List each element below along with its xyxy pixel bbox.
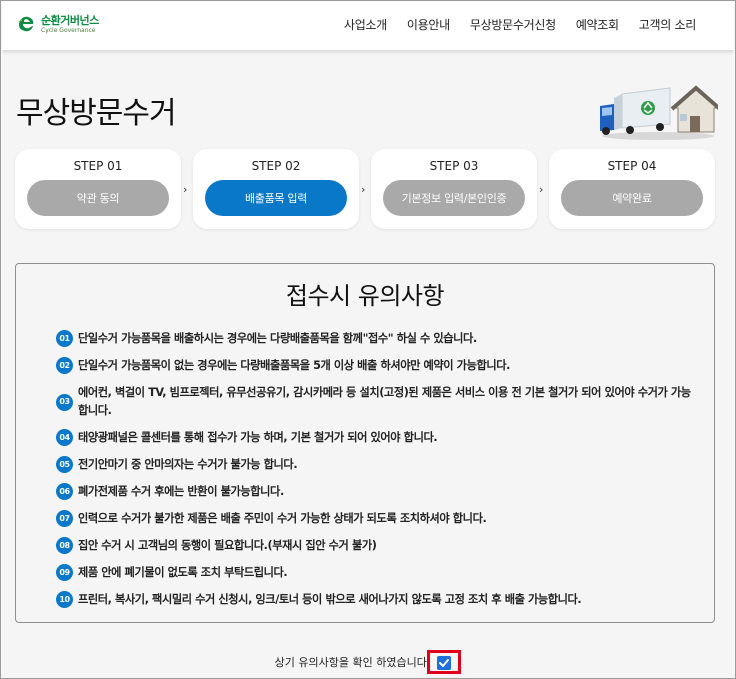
notice-item-text: 폐가전제품 수거 후에는 반환이 불가능합니다. <box>78 485 284 498</box>
notice-item-text: 태양광패널은 콜센터를 통해 접수가 가능 하며, 기본 철거가 되어 있어야 … <box>78 431 438 444</box>
number-badge-icon: 08 <box>56 537 73 554</box>
notice-list: 01 단일수거 가능품목을 배출하시는 경우에는 다량배출품목을 함께"접수" … <box>56 330 696 618</box>
step-2-label: STEP 02 <box>251 159 301 173</box>
notice-item: 05 전기안마기 중 안마의자는 수거가 불가능 합니다. <box>56 456 696 474</box>
step-1: STEP 01 약관 동의 <box>15 149 181 229</box>
notice-item-text: 제품 안에 폐기물이 없도록 조치 부탁드립니다. <box>78 566 288 579</box>
chevron-right-icon: › <box>361 183 366 196</box>
step-indicator: STEP 01 약관 동의 › STEP 02 배출품목 입력 › STEP 0… <box>15 149 715 229</box>
notice-item-text: 집안 수거 시 고객님의 동행이 필요합니다.(부재시 집안 수거 불가) <box>78 539 377 552</box>
number-badge-icon: 06 <box>56 483 73 500</box>
notice-title: 접수시 유의사항 <box>285 282 445 310</box>
notice-item: 10 프린터, 복사기, 팩시밀리 수거 신청시, 잉크/토너 등이 밖으로 새… <box>56 591 696 609</box>
number-badge-icon: 10 <box>56 591 73 608</box>
notice-item: 03 에어컨, 벽걸이 TV, 빔프로젝터, 유무선공유기, 감시카메라 등 설… <box>56 384 696 420</box>
notice-box: 접수시 유의사항 01 단일수거 가능품목을 배출하시는 경우에는 다량배출품목… <box>15 263 715 623</box>
step-4: STEP 04 예약완료 <box>549 149 715 229</box>
notice-item: 02 단일수거 가능품목이 없는 경우에는 다량배출품목을 5개 이상 배출 하… <box>56 357 696 375</box>
nav-item-free-pickup[interactable]: 무상방문수거신청 <box>470 16 556 33</box>
browser-frame: 순환거버넌스 Cycle Governance 사업소개 이용안내 무상방문수거… <box>0 0 736 679</box>
number-badge-icon: 01 <box>56 330 73 347</box>
step-2-button: 배출품목 입력 <box>205 180 347 216</box>
recycle-e-logo-icon <box>16 13 38 35</box>
main-content: 무상방문수거 STEP 01 약관 동의 › STEP 02 배출품목 입력 ›… <box>2 50 734 678</box>
number-badge-icon: 03 <box>56 393 73 411</box>
number-badge-icon: 04 <box>56 429 73 446</box>
notice-item-text: 프린터, 복사기, 팩시밀리 수거 신청시, 잉크/토너 등이 밖으로 새어나가… <box>78 593 582 606</box>
number-badge-icon: 09 <box>56 564 73 581</box>
confirm-checkbox[interactable] <box>427 650 462 674</box>
notice-item-text: 단일수거 가능품목을 배출하시는 경우에는 다량배출품목을 함께"접수" 하실 … <box>78 332 477 345</box>
chevron-right-icon: › <box>539 183 544 196</box>
step-4-label: STEP 04 <box>607 159 657 173</box>
step-1-button: 약관 동의 <box>27 180 169 216</box>
logo-wordmark: 순환거버넌스 Cycle Governance <box>41 15 99 34</box>
confirm-row: 상기 유의사항을 확인 하였습니다. <box>2 650 734 674</box>
step-3: STEP 03 기본정보 입력/본인인증 <box>371 149 537 229</box>
site-logo[interactable]: 순환거버넌스 Cycle Governance <box>16 13 99 35</box>
step-1-label: STEP 01 <box>73 159 123 173</box>
notice-item-text: 인력으로 수거가 불가한 제품은 배출 주민이 수거 가능한 상태가 되도록 조… <box>78 512 487 525</box>
step-3-label: STEP 03 <box>429 159 479 173</box>
notice-item-text: 단일수거 가능품목이 없는 경우에는 다량배출품목을 5개 이상 배출 하셔야만… <box>78 359 510 372</box>
step-3-button: 기본정보 입력/본인인증 <box>383 180 525 216</box>
step-2: STEP 02 배출품목 입력 <box>193 149 359 229</box>
checkmark-icon <box>437 656 452 670</box>
notice-item-text: 에어컨, 벽걸이 TV, 빔프로젝터, 유무선공유기, 감시카메라 등 설치(고… <box>78 386 691 417</box>
notice-item: 04 태양광패널은 콜센터를 통해 접수가 가능 하며, 기본 철거가 되어 있… <box>56 429 696 447</box>
step-4-button: 예약완료 <box>561 180 703 216</box>
confirm-text: 상기 유의사항을 확인 하였습니다. <box>274 656 431 669</box>
number-badge-icon: 05 <box>56 456 73 473</box>
notice-item: 06 폐가전제품 수거 후에는 반환이 불가능합니다. <box>56 483 696 501</box>
number-badge-icon: 02 <box>56 357 73 374</box>
page-title: 무상방문수거 <box>16 96 177 131</box>
logo-korean: 순환거버넌스 <box>41 13 99 27</box>
chevron-right-icon: › <box>183 183 188 196</box>
notice-item: 08 집안 수거 시 고객님의 동행이 필요합니다.(부재시 집안 수거 불가) <box>56 537 696 555</box>
notice-item: 09 제품 안에 폐기물이 없도록 조치 부탁드립니다. <box>56 564 696 582</box>
nav-item-about[interactable]: 사업소개 <box>344 16 387 33</box>
number-badge-icon: 07 <box>56 510 73 527</box>
recycling-truck-and-house-icon <box>600 84 722 142</box>
logo-english: Cycle Governance <box>41 26 96 34</box>
confirm-checkbox-label[interactable]: 상기 유의사항을 확인 하였습니다. <box>275 650 462 674</box>
nav-item-guide[interactable]: 이용안내 <box>407 16 450 33</box>
notice-item: 01 단일수거 가능품목을 배출하시는 경우에는 다량배출품목을 함께"접수" … <box>56 330 696 348</box>
site-header: 순환거버넌스 Cycle Governance 사업소개 이용안내 무상방문수거… <box>2 2 734 50</box>
nav-item-customer-voice[interactable]: 고객의 소리 <box>639 16 697 33</box>
notice-item: 07 인력으로 수거가 불가한 제품은 배출 주민이 수거 가능한 상태가 되도… <box>56 510 696 528</box>
notice-item-text: 전기안마기 중 안마의자는 수거가 불가능 합니다. <box>78 458 298 471</box>
nav-item-reservation-lookup[interactable]: 예약조회 <box>576 16 619 33</box>
main-nav: 사업소개 이용안내 무상방문수거신청 예약조회 고객의 소리 <box>344 16 696 33</box>
